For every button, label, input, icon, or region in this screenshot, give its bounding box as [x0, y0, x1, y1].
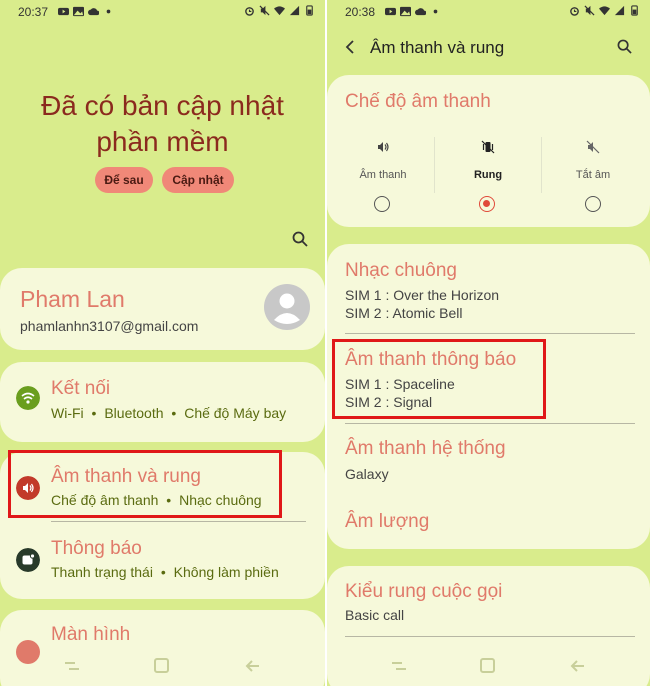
- mute-icon: [586, 140, 600, 154]
- notification-icon: [16, 548, 40, 572]
- sidebar-item-notifications[interactable]: Thông báo Thanh trạng thái • Không làm p…: [0, 524, 325, 596]
- call-vibration-item[interactable]: Kiểu rung cuộc gọi Basic call: [327, 566, 650, 636]
- update-title: Đã có bản cập nhật phần mềm: [41, 90, 284, 157]
- ringtone-title: Nhạc chuông: [345, 260, 457, 281]
- volume-title: Âm lượng: [345, 511, 430, 532]
- youtube-icon: [385, 7, 396, 16]
- mute-icon: [259, 5, 270, 16]
- cloud-icon: [415, 8, 426, 16]
- speaker-icon: [378, 142, 389, 152]
- cloud-icon: [88, 8, 99, 16]
- battery-icon: [306, 5, 313, 16]
- settings-screen: 20:37 Đã có bản cập nhật phần mềm Để sau…: [0, 0, 325, 686]
- dot-icon: [433, 9, 438, 14]
- youtube-icon: [58, 7, 69, 16]
- sound-option-label: Tắt âm: [575, 169, 611, 181]
- call-vibration-value: Basic call: [345, 607, 405, 623]
- system-sound-item[interactable]: Âm thanh hệ thống Galaxy: [327, 424, 650, 489]
- system-icons: [569, 5, 640, 16]
- system-sound-title: Âm thanh hệ thống: [345, 438, 506, 459]
- home-icon[interactable]: [477, 656, 499, 676]
- wifi-icon: [274, 6, 285, 16]
- notifications-title: Thông báo: [51, 538, 142, 559]
- notification-icons: [385, 6, 441, 17]
- avatar[interactable]: [264, 284, 310, 330]
- account-name: Pham Lan: [20, 286, 125, 312]
- highlight-box: [332, 339, 546, 419]
- nav-bar: [0, 648, 325, 686]
- system-sound-value: Galaxy: [345, 466, 389, 482]
- connections-subtitle: Wi-Fi • Bluetooth • Chế độ Máy bay: [51, 405, 287, 421]
- account-card[interactable]: Pham Lan phamlanhn3107@gmail.com: [0, 268, 325, 350]
- search-icon[interactable]: [617, 39, 632, 54]
- notification-icons: [58, 6, 114, 17]
- status-time: 20:38: [345, 5, 376, 19]
- nav-bar: [327, 648, 650, 686]
- divider: [51, 521, 306, 522]
- sound-option-sound[interactable]: Âm thanh: [329, 140, 437, 181]
- display-title: Màn hình: [51, 624, 131, 645]
- status-bar: 20:37: [0, 0, 325, 24]
- ringtone-sim1: SIM 1 : Over the Horizon: [345, 287, 500, 303]
- ringtone-item[interactable]: Nhạc chuông SIM 1 : Over the Horizon SIM…: [327, 244, 650, 332]
- page-title: Âm thanh và rung: [370, 38, 505, 57]
- update-button[interactable]: Cập nhật: [162, 167, 234, 193]
- ringtone-sim2: SIM 2 : Atomic Bell: [345, 305, 463, 321]
- mute-icon: [584, 5, 595, 16]
- gallery-icon: [400, 6, 411, 17]
- radio-sound[interactable]: [374, 196, 390, 212]
- signal-icon: [614, 5, 625, 16]
- wifi-icon: [16, 386, 40, 410]
- back-icon[interactable]: [242, 656, 264, 676]
- recent-apps-icon[interactable]: [388, 656, 410, 676]
- account-email: phamlanhn3107@gmail.com: [20, 318, 199, 334]
- highlight-box: [8, 450, 282, 518]
- gallery-icon: [73, 6, 84, 17]
- sound-option-mute[interactable]: Tắt âm: [539, 140, 647, 181]
- connections-card[interactable]: Kết nối Wi-Fi • Bluetooth • Chế độ Máy b…: [0, 362, 325, 442]
- vibrate-icon: [481, 140, 495, 154]
- dot-icon: [106, 9, 111, 14]
- radio-mute[interactable]: [585, 196, 601, 212]
- sound-settings-screen: 20:38 Âm thanh và rung Chế độ âm thanh Â…: [327, 0, 650, 686]
- status-time: 20:37: [18, 5, 49, 19]
- system-icons: [244, 5, 315, 16]
- back-arrow-icon[interactable]: [343, 39, 357, 55]
- connections-title: Kết nối: [51, 378, 111, 399]
- back-icon[interactable]: [567, 656, 589, 676]
- later-button[interactable]: Để sau: [95, 167, 153, 193]
- status-bar: 20:38: [327, 0, 650, 24]
- sound-option-label: Âm thanh: [359, 169, 407, 181]
- call-vibration-title: Kiểu rung cuộc gọi: [345, 581, 503, 602]
- volume-item[interactable]: Âm lượng: [327, 499, 650, 547]
- signal-icon: [289, 5, 300, 16]
- battery-icon: [631, 5, 638, 16]
- home-icon[interactable]: [151, 656, 173, 676]
- search-icon[interactable]: [292, 231, 308, 247]
- sound-option-label: Rung: [473, 169, 503, 181]
- alarm-icon: [570, 7, 579, 16]
- radio-vibrate[interactable]: [479, 196, 495, 212]
- sound-mode-title: Chế độ âm thanh: [345, 91, 491, 112]
- wifi-icon: [599, 6, 610, 16]
- sound-option-vibrate[interactable]: Rung: [434, 140, 542, 181]
- notifications-subtitle: Thanh trạng thái • Không làm phiền: [51, 564, 279, 580]
- recent-apps-icon[interactable]: [61, 656, 83, 676]
- divider: [345, 636, 635, 637]
- alarm-icon: [245, 7, 254, 16]
